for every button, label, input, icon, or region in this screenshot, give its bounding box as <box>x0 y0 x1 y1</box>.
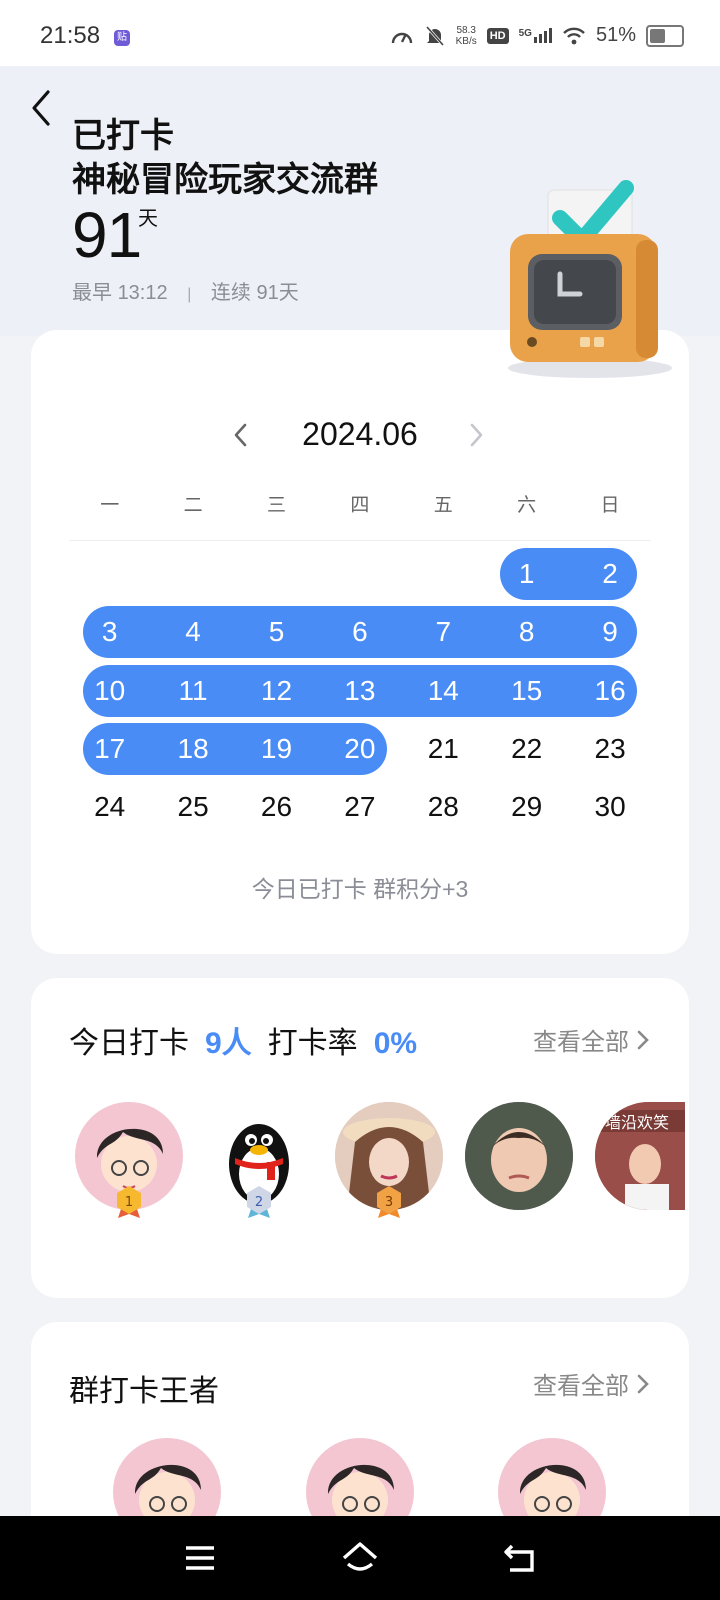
view-all-today-button[interactable]: 查看全部 <box>533 1022 651 1057</box>
rank-3-medal-icon: 3 <box>377 1186 401 1218</box>
days-unit: 天 <box>138 208 158 230</box>
checkin-status: 已打卡 <box>72 117 174 155</box>
view-all-king-button[interactable]: 查看全部 <box>533 1366 651 1401</box>
group-name: 神秘冒险玩家交流群 <box>72 161 378 199</box>
calendar-card: 2024.06 一二三四五六日 1 2 3 4 5 6 7 8 9 10 11 12 13 14 15 16 1… <box>31 330 689 954</box>
weekday-label: 日 <box>600 495 620 516</box>
calendar-day[interactable]: 4 <box>151 606 234 658</box>
svg-text:2: 2 <box>255 1195 263 1210</box>
svg-text:1: 1 <box>125 1195 133 1210</box>
hd-icon: HD <box>486 27 509 44</box>
calendar-day[interactable]: 22 <box>485 723 568 775</box>
calendar-day[interactable]: 5 <box>235 606 318 658</box>
calendar-day[interactable]: 27 <box>318 781 401 833</box>
calendar-day[interactable]: 28 <box>402 781 485 833</box>
status-time: 21:58 <box>40 22 101 49</box>
avatar[interactable]: 墙沿欢笑 <box>595 1102 685 1210</box>
weekday-label: 一 <box>100 495 120 516</box>
calendar-day[interactable]: 30 <box>568 781 651 833</box>
status-bar: 21:58 贴 58.3 KB/s HD 5G 51% <box>0 0 720 66</box>
svg-text:3: 3 <box>385 1195 393 1210</box>
calendar-day[interactable]: 23 <box>568 723 651 775</box>
weekday-header: 一二三四五六日 <box>68 490 652 517</box>
back-arrow-icon[interactable] <box>26 88 62 128</box>
return-icon[interactable] <box>500 1538 540 1578</box>
calendar-day[interactable]: 17 <box>68 723 151 775</box>
rank-1-medal-icon: 1 <box>117 1186 141 1218</box>
weekday-label: 三 <box>266 495 286 516</box>
speedometer-icon <box>391 32 412 43</box>
menu-icon[interactable] <box>180 1538 220 1578</box>
today-checkin-label: 今日打卡 <box>69 1027 189 1060</box>
checkin-clock-illustration <box>508 180 672 378</box>
calendar-day[interactable]: 24 <box>68 781 151 833</box>
svg-text:墙沿欢笑: 墙沿欢笑 <box>605 1113 669 1132</box>
calendar-day[interactable]: 20 <box>318 723 401 775</box>
calendar-day[interactable]: 11 <box>151 665 234 717</box>
calendar-day[interactable]: 6 <box>318 606 401 658</box>
calendar-day[interactable]: 8 <box>485 606 568 658</box>
calendar-day[interactable]: 13 <box>318 665 401 717</box>
battery-percent: 51% <box>595 24 636 46</box>
chevron-right-icon <box>637 1374 649 1393</box>
today-checkin-card: 今日打卡 9人 打卡率 0% 查看全部 墙沿欢笑 1 2 3 <box>31 978 689 1298</box>
checkin-rate: 0% <box>373 1027 418 1060</box>
net-speed: 58.3 KB/s <box>455 24 477 47</box>
calendar-day[interactable]: 9 <box>568 606 651 658</box>
chevron-right-icon <box>637 1030 649 1049</box>
avatar[interactable] <box>465 1102 573 1210</box>
calendar-day[interactable]: 19 <box>235 723 318 775</box>
weekday-label: 二 <box>183 495 203 516</box>
wifi-icon <box>563 27 585 44</box>
app-notification-icon: 贴 <box>114 30 130 46</box>
calendar-day[interactable]: 26 <box>235 781 318 833</box>
checkin-count: 9人 <box>205 1027 252 1060</box>
group-king-title: 群打卡王者 <box>69 1375 219 1408</box>
system-nav-bar <box>0 1516 720 1600</box>
calendar-day[interactable]: 2 <box>568 548 651 600</box>
calendar-day[interactable]: 29 <box>485 781 568 833</box>
status-icons: 58.3 KB/s HD 5G 51% <box>390 24 684 47</box>
rank-2-medal-icon: 2 <box>247 1186 271 1218</box>
month-navigator: 2024.06 <box>31 410 689 460</box>
home-icon[interactable] <box>340 1538 380 1578</box>
rate-label: 打卡率 <box>267 1027 358 1060</box>
calendar-day[interactable]: 7 <box>402 606 485 658</box>
battery-icon <box>646 24 684 47</box>
calendar-day[interactable]: 10 <box>68 665 151 717</box>
calendar-day[interactable]: 21 <box>402 723 485 775</box>
divider <box>69 540 651 541</box>
calendar-day[interactable]: 3 <box>68 606 151 658</box>
calendar-day[interactable]: 25 <box>151 781 234 833</box>
weekday-label: 五 <box>433 495 453 516</box>
calendar-day[interactable]: 14 <box>402 665 485 717</box>
mute-bell-icon <box>425 25 444 46</box>
signal-icon: 5G <box>519 28 552 43</box>
weekday-label: 六 <box>517 495 537 516</box>
weekday-label: 四 <box>350 495 370 516</box>
calendar-day[interactable]: 1 <box>485 548 568 600</box>
checkin-summary: 最早 13:12 | 连续 91天 <box>72 282 299 304</box>
calendar-day[interactable]: 15 <box>485 665 568 717</box>
today-checkin-title: 今日打卡 9人 打卡率 0% <box>69 1018 433 1062</box>
days-count: 91 <box>72 199 142 271</box>
today-checkin-note: 今日已打卡 群积分+3 <box>251 876 469 902</box>
next-month-icon[interactable] <box>461 420 491 450</box>
calendar-day[interactable]: 16 <box>568 665 651 717</box>
calendar-day[interactable]: 18 <box>151 723 234 775</box>
calendar-day[interactable]: 12 <box>235 665 318 717</box>
month-label: 2024.06 <box>302 416 418 452</box>
